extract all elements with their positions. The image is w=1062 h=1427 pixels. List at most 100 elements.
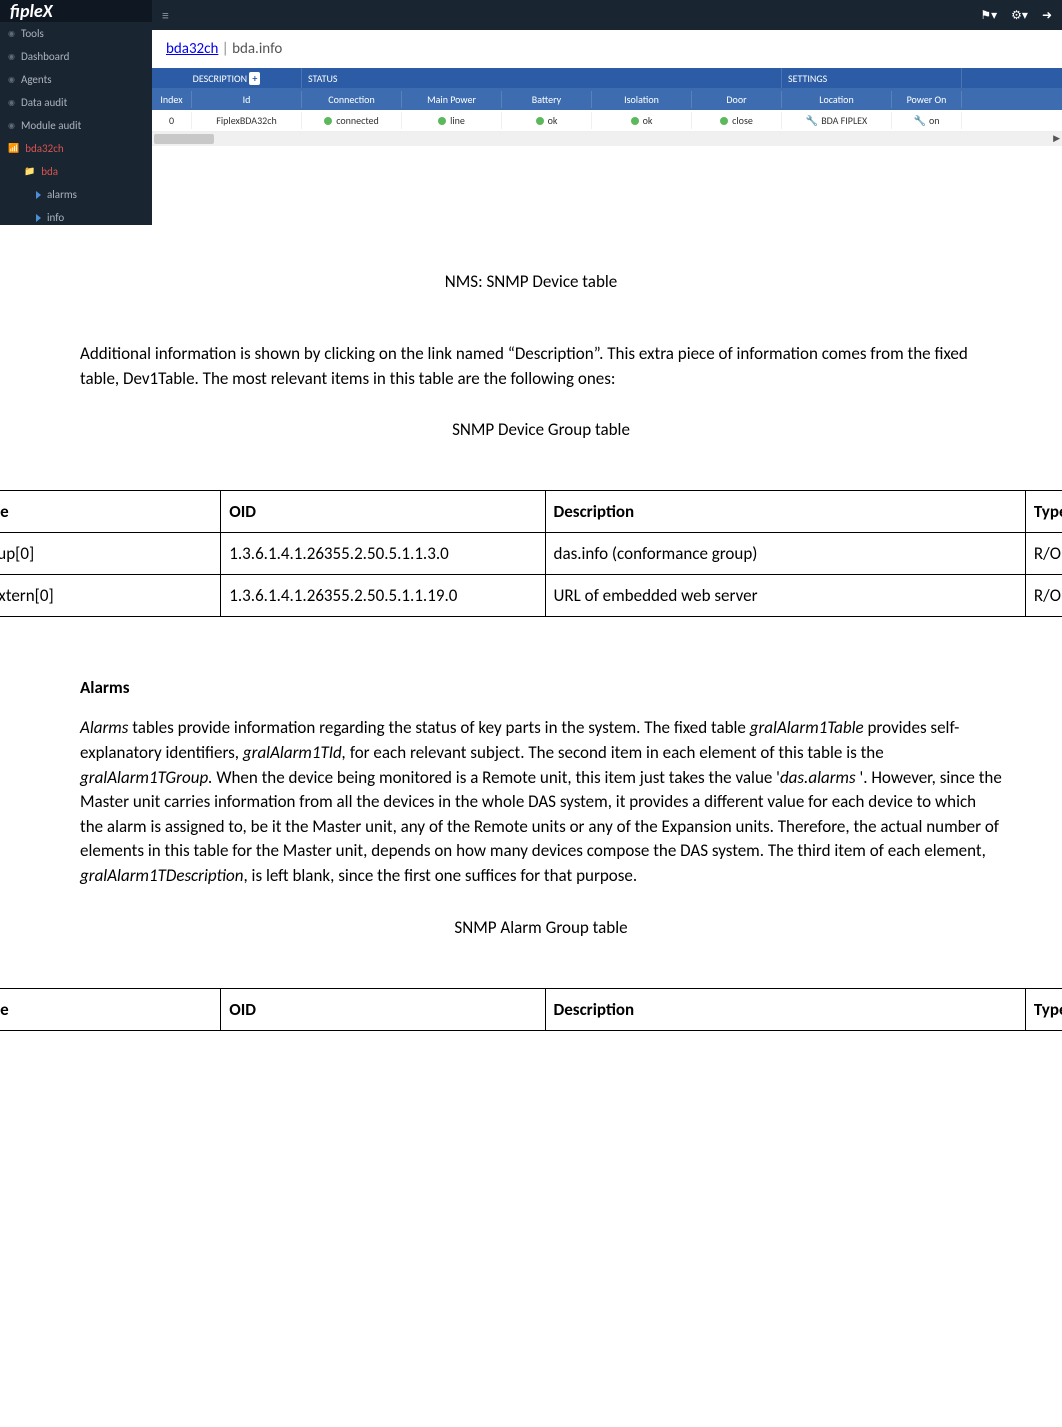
dash-icon: ◉ (8, 52, 15, 62)
col-isolation[interactable]: Isolation (592, 91, 692, 108)
th-type: Type (1025, 491, 1062, 533)
alarm-group-table: Field Name OID Description Type (0, 988, 1062, 1031)
sidebar-item-Tools[interactable]: ◉ Tools (0, 22, 152, 45)
cell-field: Dev1TurlExtern[0] (0, 575, 221, 617)
sidebar-item-Data audit[interactable]: ◉ Data audit (0, 91, 152, 114)
sidebar-item-label: info (47, 211, 64, 224)
cell-poweron: 🔧on (892, 112, 962, 129)
sidebar-item-label: alarms (47, 188, 77, 201)
device-grid: DESCRIPTION + STATUS SETTINGS Index Id C… (152, 68, 1062, 146)
breadcrumb-current: bda.info (232, 40, 282, 58)
col-location[interactable]: Location (782, 91, 892, 108)
th-oid: OID (221, 491, 545, 533)
sidebar-item-label: Agents (21, 73, 52, 86)
table-title: SNMP Device Group table (80, 419, 1002, 440)
col-mainpower[interactable]: Main Power (402, 91, 502, 108)
sidebar-item-Dashboard[interactable]: ◉ Dashboard (0, 45, 152, 68)
col-battery[interactable]: Battery (502, 91, 592, 108)
sidebar-item-label: bda32ch (25, 142, 63, 155)
logout-icon[interactable]: ➜ (1042, 8, 1052, 23)
table-header-row: Field Name OID Description Type (0, 491, 1062, 533)
device-group-table: Field Name OID Description Type Dev1TGro… (0, 490, 1062, 617)
breadcrumb-sep: | (222, 40, 232, 58)
alarms-heading: Alarms (80, 677, 1002, 698)
topbar: ≡ ⚑▾ ⚙▾ ➜ (152, 0, 1062, 30)
col-connection[interactable]: Connection (302, 91, 402, 108)
scrollbar-thumb[interactable] (154, 134, 214, 144)
scroll-right-icon[interactable]: ▶ (1053, 133, 1060, 144)
signal-icon: 📶 (8, 143, 19, 154)
status-dot-icon (438, 117, 446, 125)
play-icon (36, 214, 41, 222)
sidebar-item-Module audit[interactable]: ◉ Module audit (0, 114, 152, 137)
cell-desc: URL of embedded web server (545, 575, 1025, 617)
th-field: Field Name (0, 988, 221, 1030)
nms-app: fipleX ◉ Tools ◉ Dashboard ◉ Agents ◉ Data audi… (0, 0, 1062, 225)
eye-icon: ◉ (8, 98, 15, 108)
menu-toggle-icon[interactable]: ≡ (162, 7, 169, 24)
sidebar-item-bda[interactable]: 📁 bda (0, 160, 152, 183)
table-row: Dev1TurlExtern[0]1.3.6.1.4.1.26355.2.50.… (0, 575, 1062, 617)
cell-type: R/O (1025, 575, 1062, 617)
sidebar-item-info[interactable]: info (0, 206, 152, 225)
status-dot-icon (324, 117, 332, 125)
agents-icon: ◉ (8, 75, 15, 85)
cell-mainpower: line (402, 112, 502, 129)
th-desc: Description (545, 988, 1025, 1030)
horizontal-scrollbar[interactable]: ▶ (152, 132, 1062, 146)
cell-connection: connected (302, 112, 402, 129)
wrench-icon: 🔧 (914, 114, 926, 127)
figure-caption: NMS: SNMP Device table (0, 271, 1062, 292)
play-icon (36, 191, 41, 199)
status-dot-icon (631, 117, 639, 125)
table-header-row: Field Name OID Description Type (0, 988, 1062, 1030)
col-id[interactable]: Id (192, 91, 302, 108)
hdr-description[interactable]: DESCRIPTION + (152, 68, 302, 88)
logo: fipleX (0, 0, 152, 22)
wrench-icon: 🔧 (806, 114, 818, 127)
breadcrumb-parent[interactable]: bda32ch (166, 40, 218, 58)
grid-col-header: Index Id Connection Main Power Battery I… (152, 88, 1062, 110)
th-desc: Description (545, 491, 1025, 533)
plus-icon[interactable]: + (249, 72, 260, 85)
status-dot-icon (536, 117, 544, 125)
gear-icon[interactable]: ⚙▾ (1011, 8, 1028, 23)
cell-battery: ok (502, 112, 592, 129)
th-oid: OID (221, 988, 545, 1030)
table-title: SNMP Alarm Group table (80, 917, 1002, 938)
breadcrumb: bda32ch | bda.info (152, 30, 1062, 68)
th-type: Type (1025, 988, 1062, 1030)
main-area: ≡ ⚑▾ ⚙▾ ➜ bda32ch | bda.info DESCRIPTION… (152, 0, 1062, 225)
folder-icon: 📁 (24, 166, 35, 177)
sidebar-item-label: Data audit (21, 96, 67, 109)
alarms-paragraph: Alarms tables provide information regard… (80, 716, 1002, 888)
hdr-settings: SETTINGS (782, 68, 962, 88)
col-door[interactable]: Door (692, 91, 782, 108)
eye-icon: ◉ (8, 121, 15, 131)
sidebar-item-label: Tools (21, 27, 44, 40)
cell-isolation: ok (592, 112, 692, 129)
sidebar-item-label: bda (41, 165, 58, 178)
topbar-icons: ⚑▾ ⚙▾ ➜ (980, 8, 1052, 23)
th-field: Field Name (0, 491, 221, 533)
cell-index: 0 (152, 112, 192, 129)
hdr-status: STATUS (302, 68, 782, 88)
sidebar-item-Agents[interactable]: ◉ Agents (0, 68, 152, 91)
sidebar-item-bda32ch[interactable]: 📶 bda32ch (0, 137, 152, 160)
cell-desc: das.info (conformance group) (545, 533, 1025, 575)
table-row[interactable]: 0 FiplexBDA32ch connected line ok ok clo… (152, 110, 1062, 132)
sidebar-item-alarms[interactable]: alarms (0, 183, 152, 206)
table-row: Dev1TGroup[0]1.3.6.1.4.1.26355.2.50.5.1.… (0, 533, 1062, 575)
cell-field: Dev1TGroup[0] (0, 533, 221, 575)
wrench-icon: ◉ (8, 29, 15, 39)
sidebar: fipleX ◉ Tools ◉ Dashboard ◉ Agents ◉ Data audi… (0, 0, 152, 225)
sidebar-item-label: Dashboard (21, 50, 69, 63)
sidebar-item-label: Module audit (21, 119, 81, 132)
cell-type: R/O (1025, 533, 1062, 575)
col-index[interactable]: Index (152, 91, 192, 108)
logo-text: fipleX (10, 0, 53, 22)
cell-id: FiplexBDA32ch (192, 112, 302, 129)
flag-icon[interactable]: ⚑▾ (980, 8, 997, 23)
status-dot-icon (720, 117, 728, 125)
col-poweron[interactable]: Power On (892, 91, 962, 108)
